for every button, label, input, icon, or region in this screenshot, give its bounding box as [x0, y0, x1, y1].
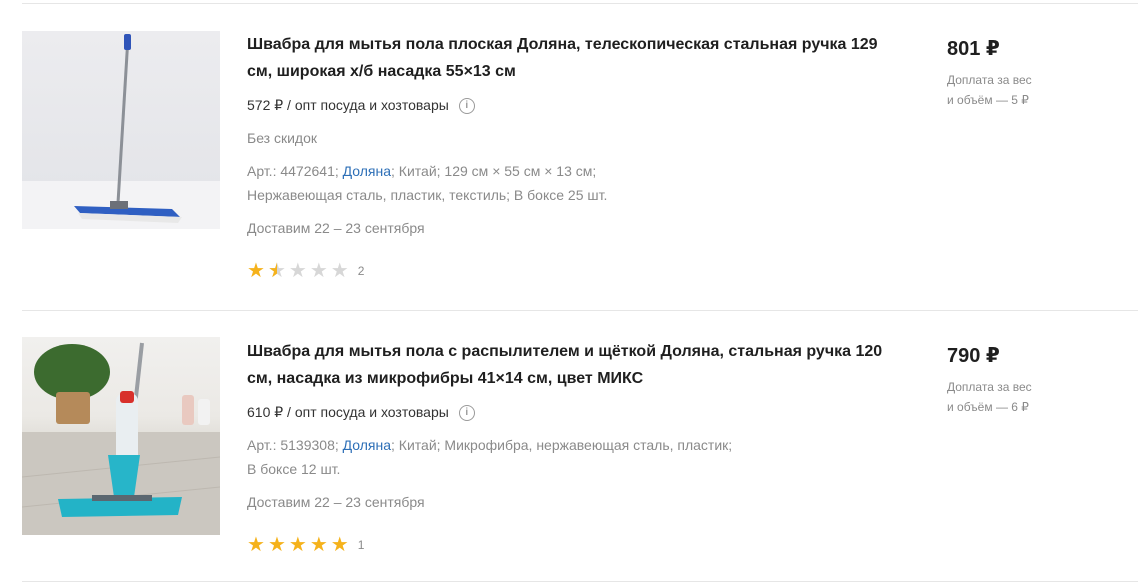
divider [22, 3, 1138, 4]
surcharge-line-2: и объём — 6 ₽ [947, 400, 1029, 414]
weight-surcharge: Доплата за вес и объём — 5 ₽ [947, 70, 1067, 110]
wholesale-price-text: 610 ₽ / опт посуда и хозтовары [247, 404, 449, 420]
star-icon: ★ [330, 534, 349, 556]
info-icon[interactable]: i [458, 97, 475, 114]
review-count[interactable]: 1 [358, 538, 365, 552]
surcharge-line-2: и объём — 5 ₽ [947, 93, 1029, 107]
discount-text: Без скидок [247, 130, 317, 146]
flat-mop-image[interactable] [22, 31, 220, 229]
price: 801 ₽ [947, 38, 1000, 60]
star-icon: ★ [247, 260, 265, 282]
star-half-icon: ★ [268, 261, 286, 281]
product-meta: Арт.: 4472641; Доляна; Китай; 129 см × 5… [247, 159, 807, 207]
meta-details: ; Китай; 129 см × 55 см × 13 см; [391, 163, 597, 179]
meta-line-1: Арт.: 5139308; Доляна; Китай; Микрофибра… [247, 433, 807, 457]
product-title[interactable]: Швабра для мытья пола плоская Доляна, те… [247, 31, 887, 85]
review-count[interactable]: 2 [358, 264, 365, 278]
product-title[interactable]: Швабра для мытья пола с распылителем и щ… [247, 338, 887, 392]
weight-surcharge: Доплата за вес и объём — 6 ₽ [947, 377, 1067, 417]
rating[interactable]: ★ ★ ★ ★ ★ 2 [247, 261, 364, 281]
star-icon: ★ [247, 534, 265, 556]
surcharge-line-1: Доплата за вес [947, 73, 1032, 87]
brand-link[interactable]: Доляна [343, 163, 391, 179]
meta-line-2: Нержавеющая сталь, пластик, текстиль; В … [247, 187, 608, 203]
rating[interactable]: ★ ★ ★ ★ ★ 1 [247, 535, 364, 555]
product-meta: Арт.: 5139308; Доляна; Китай; Микрофибра… [247, 433, 807, 481]
wholesale-price: 610 ₽ / опт посуда и хозтовары i [247, 404, 475, 421]
surcharge-line-1: Доплата за вес [947, 380, 1032, 394]
brand-link[interactable]: Доляна [343, 437, 391, 453]
wholesale-price-text: 572 ₽ / опт посуда и хозтовары [247, 97, 449, 113]
star-icon: ★ [288, 534, 307, 556]
star-empty-icon: ★ [330, 260, 349, 282]
meta-details: ; Китай; Микрофибра, нержавеющая сталь, … [391, 437, 733, 453]
article-number: Арт.: 5139308; [247, 437, 339, 453]
divider [22, 310, 1138, 311]
price: 790 ₽ [947, 345, 1000, 367]
star-empty-icon: ★ [288, 260, 307, 282]
delivery-text: Доставим 22 – 23 сентября [247, 494, 425, 510]
info-icon[interactable]: i [458, 404, 475, 421]
divider [22, 581, 1138, 582]
spray-mop-image[interactable] [22, 337, 220, 535]
delivery-text: Доставим 22 – 23 сентября [247, 220, 425, 236]
star-icon: ★ [267, 534, 286, 556]
meta-line-1: Арт.: 4472641; Доляна; Китай; 129 см × 5… [247, 159, 807, 183]
article-number: Арт.: 4472641; [247, 163, 339, 179]
star-icon: ★ [309, 534, 328, 556]
star-empty-icon: ★ [309, 260, 328, 282]
meta-line-2: В боксе 12 шт. [247, 461, 341, 477]
wholesale-price: 572 ₽ / опт посуда и хозтовары i [247, 97, 475, 114]
